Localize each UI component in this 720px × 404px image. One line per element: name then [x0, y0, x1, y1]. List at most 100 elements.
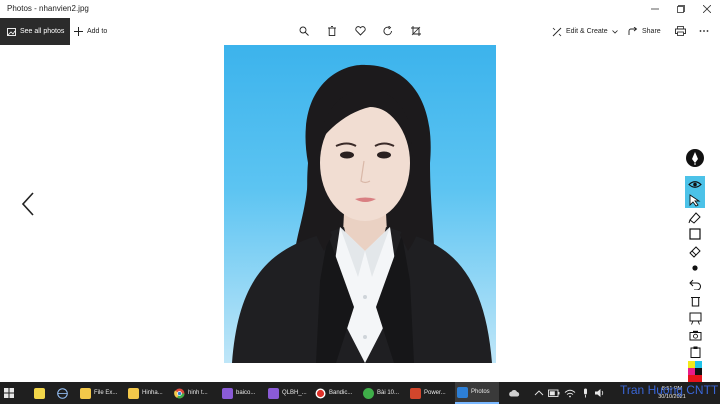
more-icon — [699, 30, 709, 32]
trash-icon — [690, 297, 700, 307]
network-app-button[interactable] — [57, 382, 71, 404]
taskbar-item-bandicam[interactable]: Bandic... — [315, 382, 357, 404]
eye-icon — [688, 180, 702, 188]
taskbar-item-label: File Ex... — [94, 390, 118, 396]
highlighter-tool-button[interactable] — [685, 209, 705, 225]
rotate-icon — [383, 26, 392, 36]
minimize-button[interactable] — [642, 0, 668, 18]
edit-create-label: Edit & Create — [566, 28, 608, 35]
eye-tool-button[interactable] — [685, 176, 705, 192]
pen-size-button[interactable] — [685, 260, 705, 276]
taskbar-item-label: Hinha... — [142, 390, 163, 396]
rectangle-tool-button[interactable] — [685, 226, 705, 242]
taskbar-item-photos[interactable]: Photos — [455, 382, 499, 404]
microphone-icon[interactable] — [580, 388, 591, 398]
edit-create-icon — [552, 27, 562, 36]
see-all-photos-button[interactable]: See all photos — [0, 18, 70, 45]
zoom-button[interactable] — [297, 24, 311, 38]
visual-studio-icon — [268, 387, 279, 399]
delete-button[interactable] — [325, 24, 339, 38]
close-button[interactable] — [694, 0, 720, 18]
visual-studio-icon — [222, 387, 233, 399]
globe-icon — [57, 387, 68, 399]
dot-icon — [692, 265, 698, 271]
pointer-tool-button[interactable] — [685, 192, 705, 208]
close-icon — [703, 5, 711, 13]
clipboard-button[interactable] — [685, 344, 705, 360]
eraser-icon — [689, 245, 701, 258]
sticky-notes-icon — [34, 387, 45, 399]
taskbar-item-file-explorer[interactable]: File Ex... — [80, 382, 124, 404]
eraser-tool-button[interactable] — [685, 243, 705, 259]
camera-icon — [689, 330, 701, 340]
highlighter-icon — [688, 211, 701, 224]
minimize-icon — [651, 8, 659, 10]
restore-icon — [677, 5, 685, 13]
cloud-icon[interactable] — [508, 389, 520, 397]
taskbar-item-label: QLBH_... — [282, 390, 307, 396]
photos-toolbar: See all photos Add to Edit & Create Shar… — [0, 18, 720, 45]
taskbar-item-label: baico... — [236, 390, 256, 396]
chevron-left-icon — [22, 192, 34, 216]
taskbar-item-bai10[interactable]: Bài 10... — [363, 382, 405, 404]
palette-toggle-button[interactable] — [685, 149, 705, 167]
add-to-button[interactable]: Add to — [74, 18, 107, 45]
share-icon — [628, 27, 638, 35]
previous-photo-button[interactable] — [18, 190, 38, 218]
app-icon — [363, 387, 374, 399]
rotate-button[interactable] — [381, 24, 395, 38]
chrome-icon — [174, 388, 185, 398]
system-tray — [508, 382, 606, 404]
chevron-up-icon[interactable] — [532, 389, 546, 397]
taskbar-item-label: Bandic... — [329, 390, 353, 396]
crop-button[interactable] — [409, 24, 423, 38]
taskbar-item-label: Power... — [424, 390, 446, 396]
photos-icon — [7, 27, 16, 36]
maximize-button[interactable] — [668, 0, 694, 18]
add-to-label: Add to — [87, 28, 108, 35]
clear-button[interactable] — [685, 293, 705, 309]
windows-logo-icon — [4, 388, 14, 398]
wifi-icon[interactable] — [564, 389, 576, 398]
print-button[interactable] — [673, 24, 687, 38]
more-button[interactable] — [697, 24, 711, 38]
record-icon — [315, 388, 326, 398]
zoom-icon — [299, 26, 309, 36]
title-bar: Photos - nhanvien2.jpg — [0, 0, 720, 18]
camera-button[interactable] — [685, 327, 705, 343]
crop-icon — [411, 26, 421, 36]
photo-viewer-image[interactable] — [224, 45, 496, 363]
windows-taskbar: File Ex... Hinha... hinh t... baico... Q… — [0, 382, 720, 404]
taskbar-item-hinhanh[interactable]: Hinha... — [128, 382, 168, 404]
photos-app-icon — [457, 386, 468, 398]
powerpoint-icon — [410, 387, 421, 399]
taskbar-item-label: hinh t... — [188, 390, 208, 396]
taskbar-item-powerpoint[interactable]: Power... — [410, 382, 452, 404]
undo-icon — [688, 279, 701, 290]
taskbar-item-visual-studio-2[interactable]: QLBH_... — [268, 382, 310, 404]
start-button[interactable] — [4, 382, 18, 404]
cursor-icon — [689, 193, 701, 207]
taskbar-item-chrome[interactable]: hinh t... — [174, 382, 216, 404]
board-button[interactable] — [685, 310, 705, 326]
see-all-photos-label: See all photos — [20, 28, 65, 35]
battery-icon[interactable] — [548, 389, 560, 398]
printer-icon — [674, 26, 686, 36]
heart-icon — [354, 26, 366, 36]
window-title: Photos - nhanvien2.jpg — [7, 4, 89, 13]
pen-circle-icon — [686, 149, 704, 167]
plus-icon — [74, 27, 83, 36]
channel-watermark: Tran Huong CNTT — [620, 383, 719, 397]
edit-create-button[interactable]: Edit & Create — [552, 18, 618, 45]
share-button[interactable]: Share — [628, 18, 661, 45]
share-label: Share — [642, 28, 661, 35]
taskbar-item-visual-studio-1[interactable]: baico... — [222, 382, 262, 404]
undo-button[interactable] — [685, 276, 705, 292]
taskbar-item-label: Bài 10... — [377, 390, 400, 396]
sticky-notes-button[interactable] — [34, 382, 48, 404]
speaker-icon[interactable] — [594, 388, 606, 398]
whiteboard-icon — [689, 312, 701, 325]
portrait-image — [232, 64, 492, 363]
trash-icon — [328, 26, 336, 36]
favorite-button[interactable] — [353, 24, 367, 38]
